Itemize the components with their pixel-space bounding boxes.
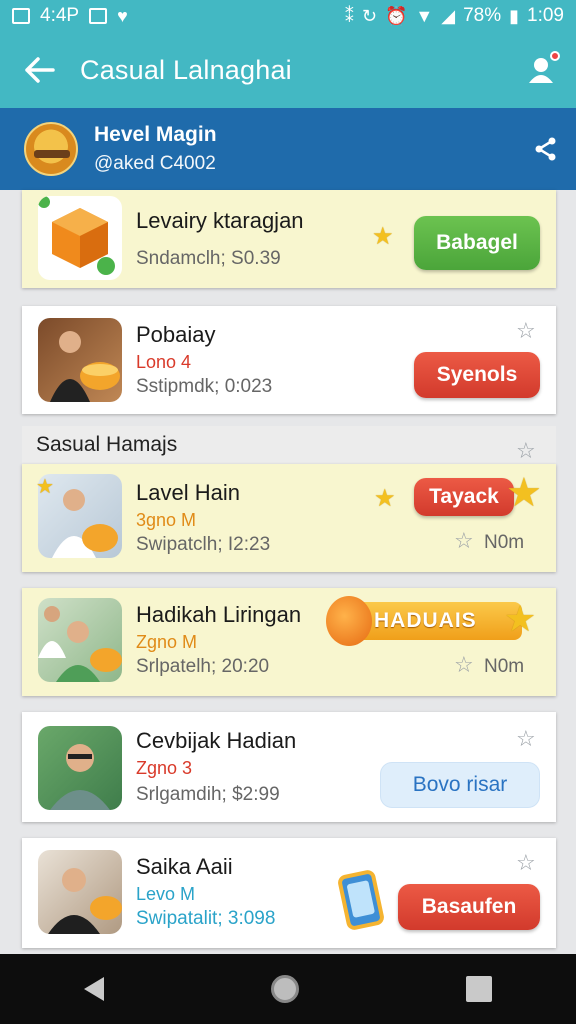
game-thumbnail [38, 196, 122, 280]
right-meta: N0m [484, 656, 525, 677]
star-badge-icon: ★ [504, 598, 537, 639]
star-badge-icon: ★ [506, 471, 542, 515]
star-outline-icon[interactable]: ☆ [516, 726, 536, 752]
flame-icon [326, 596, 372, 646]
back-button[interactable] [0, 32, 80, 108]
game-title: Cevbijak Hadian [136, 728, 297, 753]
sync-icon: ↻ [361, 5, 377, 26]
game-level: Levo M [136, 884, 196, 904]
notification-icon [89, 8, 108, 24]
promo-banner-label: HADUAIS [374, 609, 477, 632]
game-thumbnail [38, 598, 122, 682]
game-title: Hadikah Liringan [136, 602, 302, 627]
status-time: 1:09 [527, 5, 564, 26]
game-thumbnail [38, 850, 122, 934]
game-action-button[interactable]: Syenols [414, 352, 540, 398]
game-title: Lavel Hain [136, 480, 240, 505]
game-meta: Sndamclh; S0.39 [136, 248, 281, 269]
game-title: Pobaiay [136, 322, 216, 347]
promo-banner[interactable]: HADUAIS ★ [326, 596, 542, 646]
game-action-button[interactable]: Bovo risar [380, 762, 540, 808]
game-meta: Srlpatelh; 20:20 [136, 656, 270, 677]
avatar[interactable] [24, 122, 78, 176]
game-title: Saika Aaii [136, 854, 233, 879]
list-item[interactable]: Cevbijak Hadian Zgno 3 Srlgamdih; $2:99 … [22, 712, 556, 822]
share-button[interactable] [516, 137, 576, 161]
notification-dot [550, 51, 560, 61]
game-title: Levairy ktaragjan [136, 208, 304, 233]
star-filled-icon[interactable]: ★ [372, 222, 394, 251]
alarm-icon: ⏰ [384, 5, 408, 26]
game-level: Zgno 3 [136, 758, 193, 778]
profile-button[interactable] [506, 32, 576, 108]
vibrate-icon: ⁑ [344, 5, 354, 26]
star-filled-icon[interactable]: ★ [374, 484, 396, 513]
game-action-button[interactable]: Babagel [414, 216, 540, 270]
status-left-time: 4:4P [40, 5, 80, 26]
section-title: Sasual Hamajs [36, 433, 178, 456]
game-meta: Srlgamdih; $2:99 [136, 784, 280, 805]
star-filled-icon: ★ [36, 476, 54, 498]
phone-game-icon [336, 870, 390, 932]
section-header: Sasual Hamajs ☆ [22, 426, 556, 464]
game-meta: Swipatalit; 3:098 [136, 908, 276, 929]
user-name: Hevel Magin [94, 123, 217, 146]
game-thumbnail [38, 318, 122, 402]
star-outline-icon[interactable]: ☆ [454, 652, 474, 678]
heart-icon: ♥ [117, 5, 128, 26]
back-arrow-icon [25, 57, 55, 83]
battery-percent: 78% [463, 5, 502, 26]
nav-back-icon[interactable] [83, 977, 104, 1001]
signal-icon: ◢ [441, 5, 456, 26]
game-level: Zgno M [136, 632, 198, 652]
wifi-icon: ▼ [415, 5, 434, 26]
game-thumbnail [38, 726, 122, 810]
battery-icon: ▮ [509, 5, 520, 26]
user-header: Hevel Magin @aked C4002 [0, 108, 576, 190]
status-bar: 4:4P ♥ ⁑ ↻ ⏰ ▼ ◢ 78% ▮ 1:09 [0, 0, 576, 32]
user-handle: @aked C4002 [94, 153, 216, 174]
game-level: Lono 4 [136, 352, 192, 372]
game-action-button[interactable]: Tayack [414, 478, 514, 516]
share-icon [535, 137, 556, 161]
star-outline-icon[interactable]: ☆ [454, 528, 474, 554]
star-outline-icon[interactable]: ☆ [516, 850, 536, 876]
list-item[interactable]: Levairy ktaragjan Sndamclh; S0.39 ★ Baba… [22, 190, 556, 288]
system-nav-bar [0, 954, 576, 1024]
nav-home-icon[interactable] [270, 975, 299, 1003]
list-item[interactable]: Hadikah Liringan Zgno M Srlpatelh; 20:20… [22, 588, 556, 696]
nav-recents-icon[interactable] [466, 976, 493, 1002]
game-meta: Sstipmdk; 0:023 [136, 376, 273, 397]
game-meta: Swipatclh; I2:23 [136, 534, 271, 555]
right-meta: N0m [484, 532, 525, 553]
game-level: 3gno M [136, 510, 197, 530]
app-bar: Casual Lalnaghai [0, 32, 576, 108]
image-notification-icon [12, 8, 30, 24]
app-title: Casual Lalnaghai [80, 54, 292, 85]
list-item[interactable]: Saika Aaii Levo M Swipatalit; 3:098 ☆ Ba… [22, 838, 556, 948]
list-item[interactable]: ★ Lavel Hain 3gno M Swipatclh; I2:23 ★ T… [22, 464, 556, 572]
star-outline-icon[interactable]: ☆ [516, 318, 536, 344]
game-action-button[interactable]: Basaufen [398, 884, 540, 930]
list-item[interactable]: Pobaiay Lono 4 Sstipmdk; 0:023 ☆ Syenols [22, 306, 556, 414]
